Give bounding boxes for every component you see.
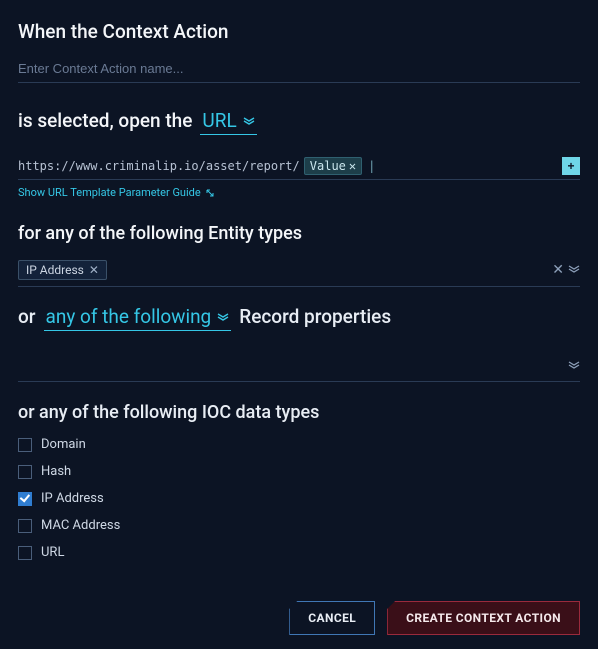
url-prefix-text: https://www.criminalip.io/asset/report/ [18, 159, 300, 173]
context-action-name-input[interactable] [18, 57, 580, 83]
external-link-icon [205, 188, 215, 198]
checkbox-icon [18, 438, 32, 452]
checkbox-label: IP Address [41, 491, 104, 506]
record-condition-value: any of the following [46, 305, 212, 328]
section-heading-ioc: or any of the following IOC data types [18, 402, 580, 423]
section-heading-entities: for any of the following Entity types [18, 223, 580, 244]
ioc-checkbox-url[interactable]: URL [18, 545, 580, 560]
url-template-guide-link[interactable]: Show URL Template Parameter Guide [18, 186, 215, 199]
create-context-action-button[interactable]: CREATE CONTEXT ACTION [387, 601, 580, 635]
checkbox-icon [18, 465, 32, 479]
checkbox-icon [18, 519, 32, 533]
text-cursor: | [368, 159, 375, 173]
ioc-checkbox-ip-address[interactable]: IP Address [18, 491, 580, 506]
checkbox-icon [18, 492, 32, 506]
record-condition-dropdown[interactable]: any of the following [44, 305, 232, 331]
ioc-checkbox-mac-address[interactable]: MAC Address [18, 518, 580, 533]
checkbox-label: Hash [41, 464, 71, 479]
url-template-input[interactable]: https://www.criminalip.io/asset/report/ … [18, 153, 580, 180]
url-template-token-value[interactable]: Value ✕ [304, 157, 362, 175]
chevron-down-icon [217, 312, 229, 322]
checkbox-label: URL [41, 545, 64, 560]
section-heading-when: When the Context Action [18, 20, 580, 43]
close-icon[interactable]: ✕ [89, 263, 99, 277]
close-icon[interactable]: ✕ [349, 159, 356, 173]
chevron-down-icon[interactable] [568, 359, 580, 375]
ioc-checkbox-domain[interactable]: Domain [18, 437, 580, 452]
checkbox-label: Domain [41, 437, 86, 452]
open-type-dropdown[interactable]: URL [200, 109, 256, 135]
ioc-types-list: Domain Hash IP Address MAC Address URL [18, 437, 580, 560]
record-properties-input[interactable] [18, 353, 580, 382]
guide-link-label: Show URL Template Parameter Guide [18, 186, 201, 199]
label-record-properties: Record properties [239, 305, 391, 328]
ioc-checkbox-hash[interactable]: Hash [18, 464, 580, 479]
checkbox-icon [18, 546, 32, 560]
chevron-down-icon [243, 116, 255, 126]
open-type-value: URL [202, 109, 236, 132]
cancel-button[interactable]: CANCEL [289, 601, 375, 635]
checkbox-label: MAC Address [41, 518, 120, 533]
label-or: or [18, 305, 36, 328]
clear-icon[interactable]: ✕ [552, 263, 564, 278]
label-is-selected: is selected, open the [18, 109, 192, 132]
entity-chip-ip-address[interactable]: IP Address ✕ [18, 260, 107, 280]
chevron-down-icon[interactable] [568, 263, 580, 278]
chip-label: IP Address [26, 263, 84, 277]
add-parameter-button[interactable]: + [562, 157, 580, 175]
entity-types-input[interactable]: IP Address ✕ ✕ [18, 254, 580, 287]
token-label: Value [310, 159, 346, 173]
